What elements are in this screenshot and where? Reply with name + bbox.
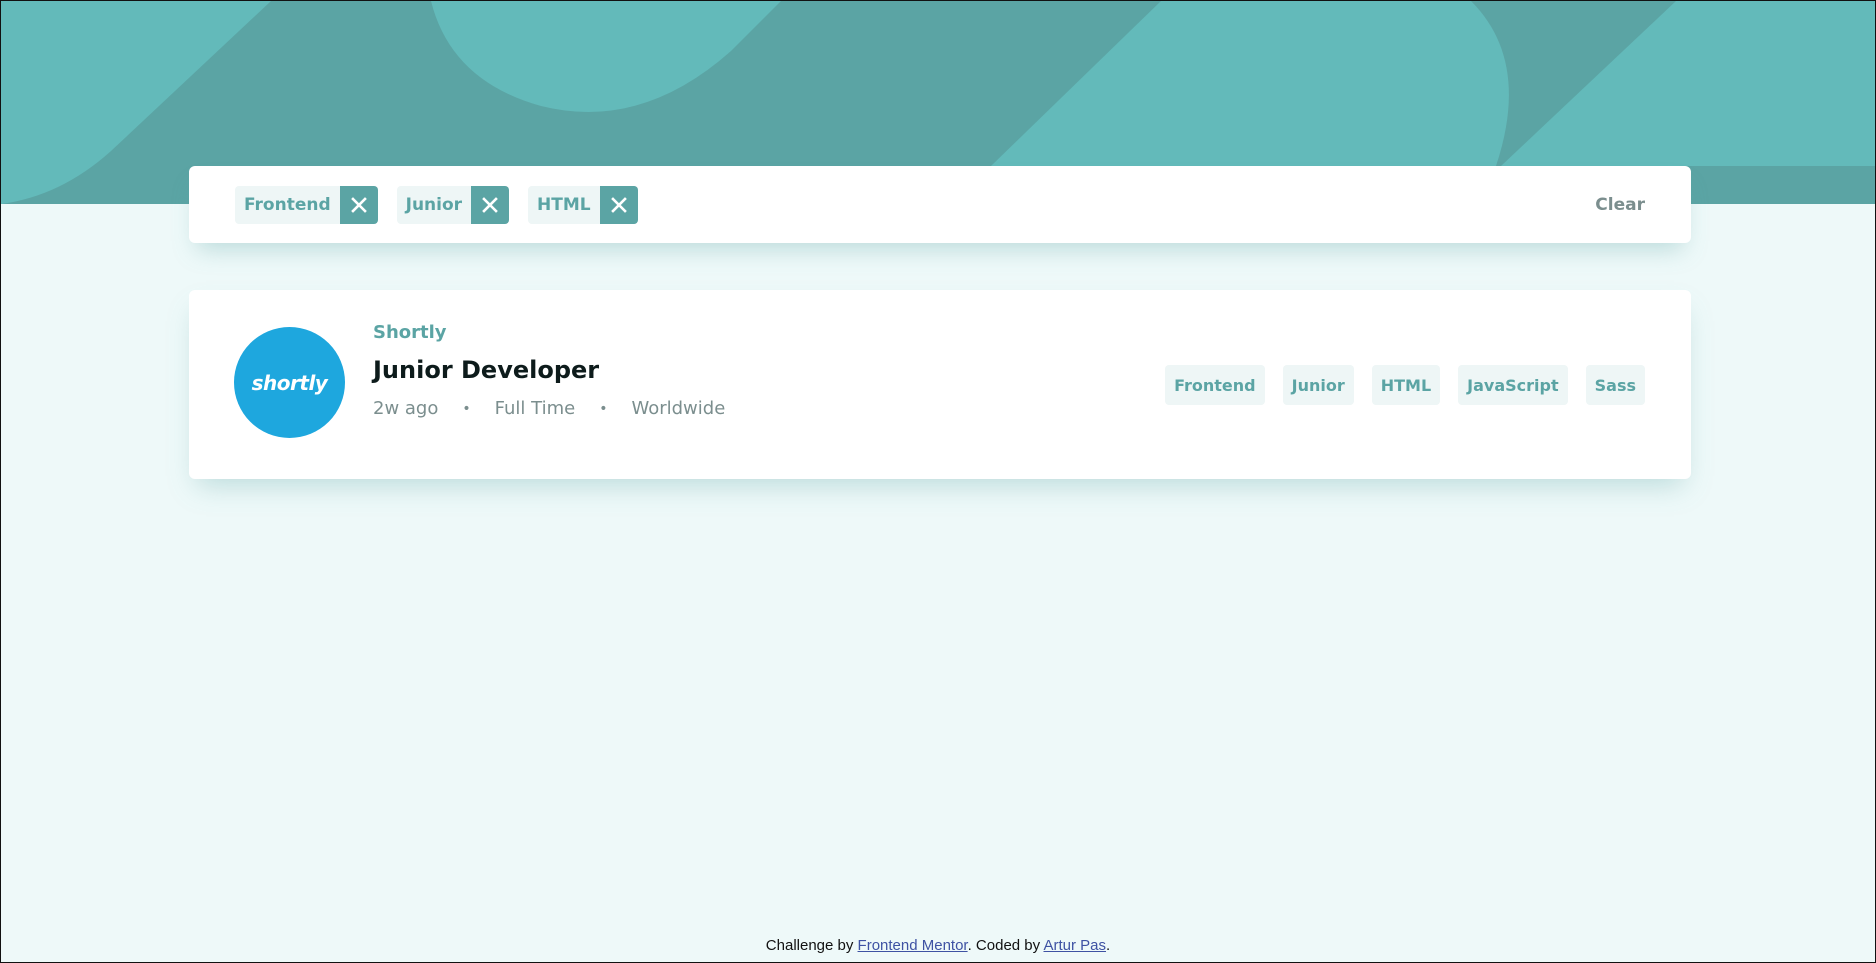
filter-tag-frontend: Frontend xyxy=(235,185,378,224)
close-icon xyxy=(482,196,498,213)
job-tag-frontend[interactable]: Frontend xyxy=(1165,365,1265,405)
footer-middle: . Coded by xyxy=(967,937,1044,954)
job-tags: Frontend Junior HTML JavaScript Sass xyxy=(1165,365,1645,405)
footer-prefix: Challenge by xyxy=(765,937,858,954)
company-logo: shortly xyxy=(234,327,345,438)
company-name: Shortly xyxy=(373,322,447,343)
meta-separator: • xyxy=(462,400,471,417)
attribution-footer: Challenge by Frontend Mentor. Coded by A… xyxy=(1,937,1875,954)
remove-filter-button[interactable] xyxy=(471,185,510,224)
posted-at: 2w ago xyxy=(373,398,439,419)
contract-type: Full Time xyxy=(494,398,576,419)
filter-bar: Frontend Junior HTML Clear xyxy=(189,166,1691,243)
active-filters: Frontend Junior HTML xyxy=(235,185,1595,224)
job-listing-card: shortly Shortly Junior Developer 2w ago … xyxy=(189,290,1691,479)
filter-tag-label: Junior xyxy=(396,185,472,224)
remove-filter-button[interactable] xyxy=(339,185,378,224)
job-tag-javascript[interactable]: JavaScript xyxy=(1458,365,1568,405)
job-tag-html[interactable]: HTML xyxy=(1371,365,1441,405)
filter-tag-label: Frontend xyxy=(235,185,340,224)
meta-separator: • xyxy=(599,400,608,417)
job-tag-junior[interactable]: Junior xyxy=(1282,365,1354,405)
clear-filters-button[interactable]: Clear xyxy=(1595,195,1645,215)
close-icon xyxy=(610,196,627,213)
close-icon xyxy=(350,196,367,213)
remove-filter-button[interactable] xyxy=(599,185,638,224)
author-link[interactable]: Artur Pas xyxy=(1043,937,1106,954)
footer-suffix: . xyxy=(1106,937,1111,954)
job-meta: 2w ago • Full Time • Worldwide xyxy=(373,398,725,419)
filter-tag-html: HTML xyxy=(528,185,638,224)
job-location: Worldwide xyxy=(631,398,726,419)
filter-tag-label: HTML xyxy=(528,185,600,224)
job-tag-sass[interactable]: Sass xyxy=(1585,365,1645,405)
filter-tag-junior: Junior xyxy=(396,185,510,224)
job-title[interactable]: Junior Developer xyxy=(373,356,599,384)
company-logo-text: shortly xyxy=(251,370,328,395)
frontend-mentor-link[interactable]: Frontend Mentor xyxy=(858,937,968,954)
